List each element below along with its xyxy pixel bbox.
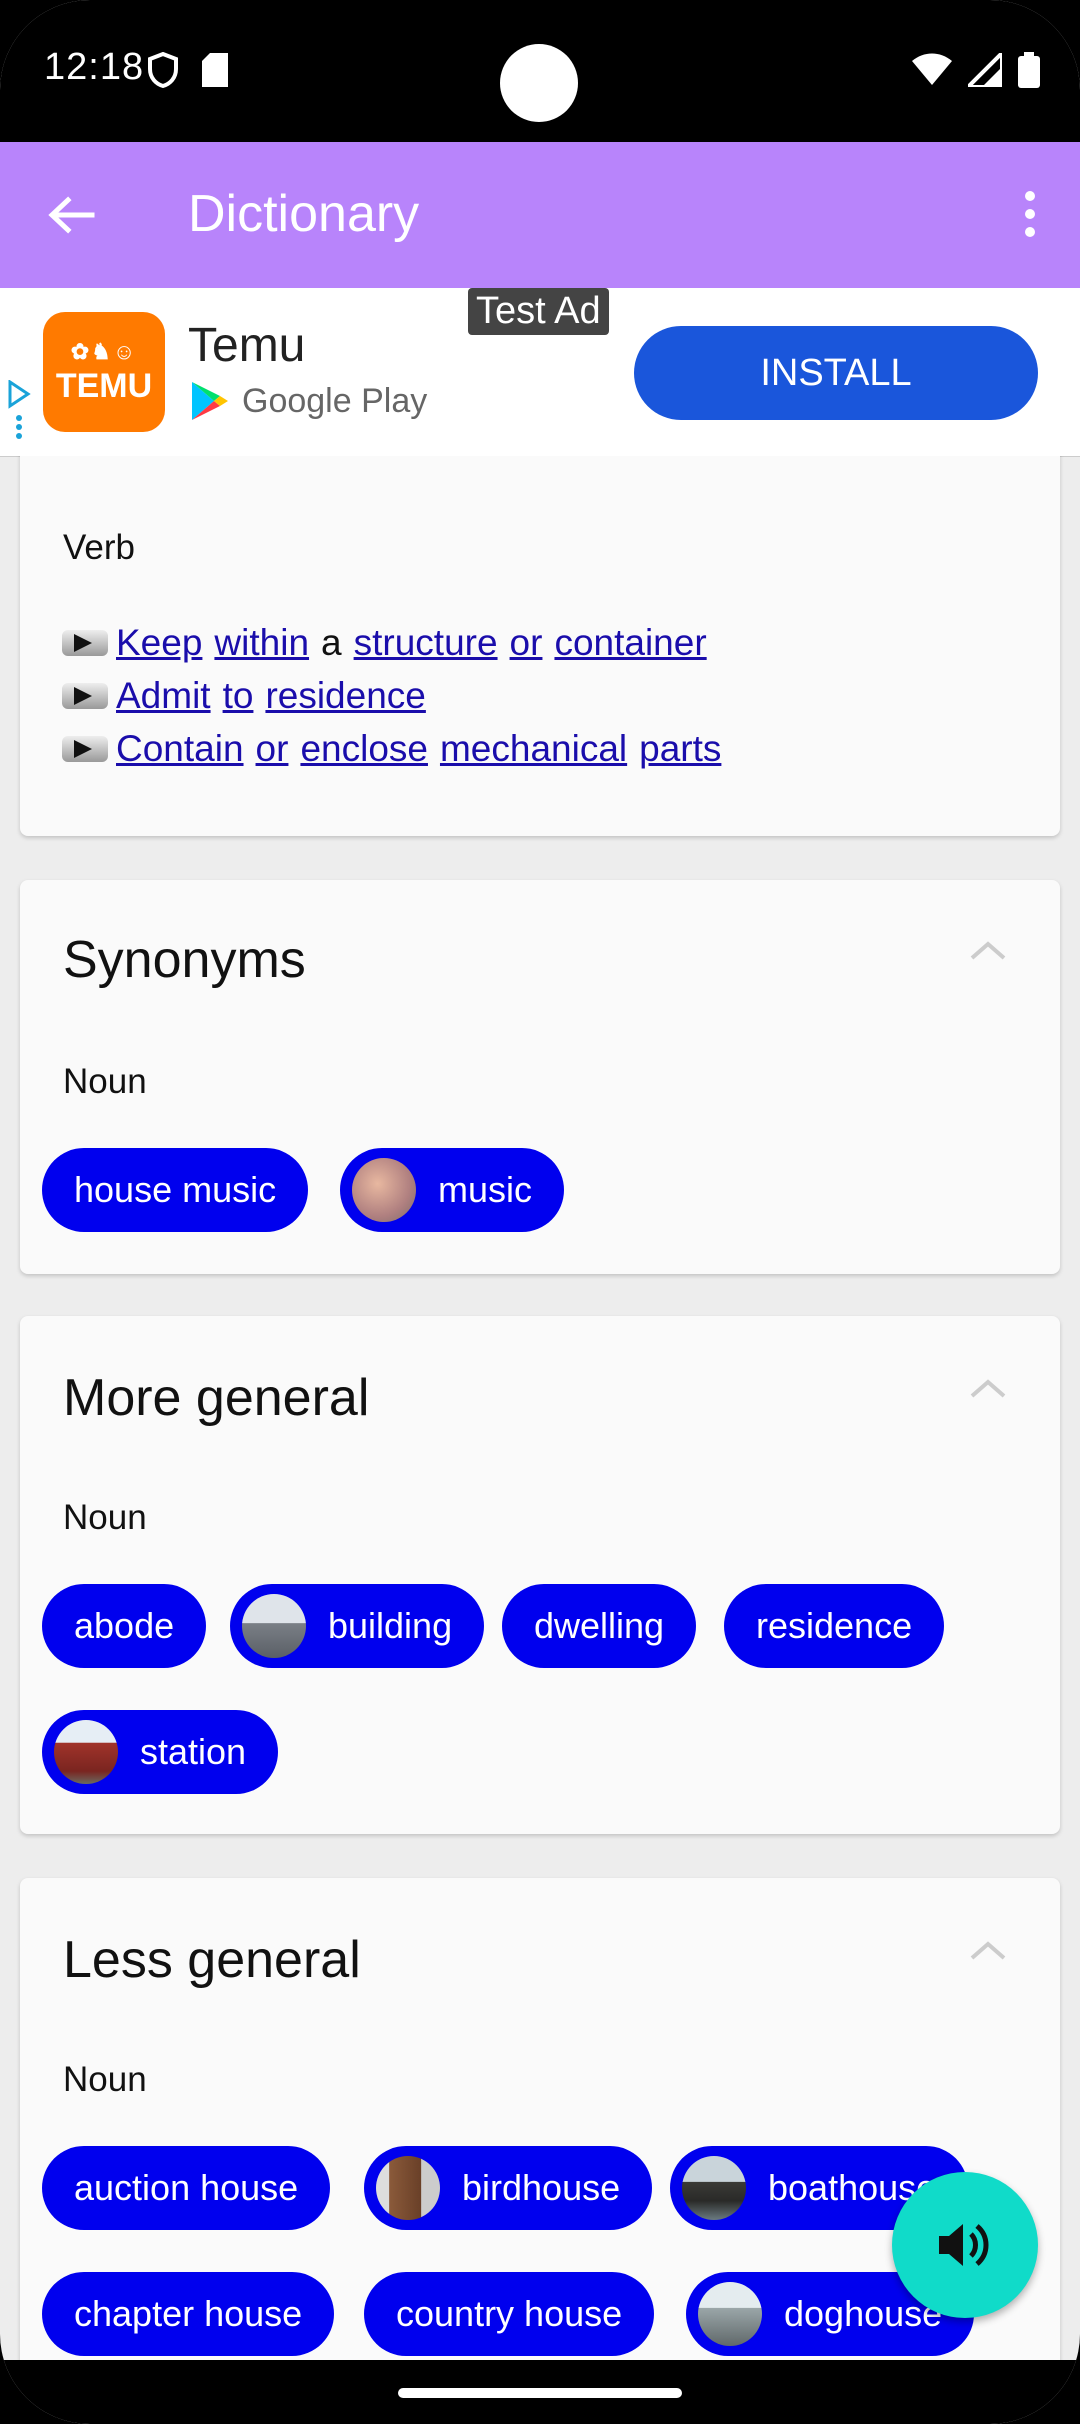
definition-word[interactable]: or	[256, 728, 289, 770]
chip-thumbnail	[352, 1158, 416, 1222]
more-vert-icon[interactable]	[1002, 186, 1058, 242]
navigation-bar	[0, 2360, 1080, 2424]
word-chip[interactable]: music	[340, 1148, 565, 1232]
chip-thumbnail	[682, 2156, 746, 2220]
chip-label: auction house	[74, 2167, 299, 2208]
status-time: 12:18	[44, 46, 145, 88]
ad-banner[interactable]: ✿♞☺ TEMU Temu Google Play Test Ad INSTAL…	[0, 288, 1080, 457]
part-of-speech-label: Verb	[63, 528, 135, 567]
card-title: Less general	[63, 1931, 361, 1989]
google-play-badge: Google Play	[190, 380, 427, 422]
less-general-card: Less general Noun auction house birdhous…	[20, 1878, 1060, 2360]
chip-label: building	[328, 1605, 453, 1646]
definition-word[interactable]: or	[510, 622, 543, 664]
chip-label: birdhouse	[462, 2167, 621, 2208]
definition-word[interactable]: Keep	[116, 622, 202, 664]
volume-icon	[939, 2224, 989, 2266]
chip-label: dwelling	[534, 1605, 665, 1646]
chip-thumbnail	[54, 1720, 118, 1784]
more-general-card: More general Noun abode building dwellin…	[20, 1316, 1060, 1834]
part-of-speech-label: Noun	[63, 1498, 147, 1537]
ad-app-name[interactable]: Temu	[188, 318, 305, 373]
temu-logo-shapes: ✿♞☺	[70, 338, 138, 364]
definition-word[interactable]: enclose	[300, 728, 428, 770]
chip-thumbnail	[698, 2282, 762, 2346]
sd-card-icon	[202, 53, 228, 87]
content-scroll[interactable]: Verb Keep within a structure or containe…	[0, 456, 1080, 2360]
chip-label: music	[438, 1169, 533, 1210]
word-chip[interactable]: auction house	[42, 2146, 331, 2230]
camera-cutout	[500, 44, 578, 122]
chip-label: residence	[756, 1605, 913, 1646]
status-bar: 12:18	[0, 0, 1080, 142]
phone-screen: 12:18 Dictionary ✿♞☺ TEMU Temu Google Pl…	[0, 0, 1080, 2424]
word-chip[interactable]: station	[42, 1710, 279, 1794]
card-title: Synonyms	[63, 931, 306, 989]
part-of-speech-label: Noun	[63, 1062, 147, 1101]
chip-label: station	[140, 1731, 247, 1772]
app-title: Dictionary	[188, 185, 420, 243]
wifi-icon	[912, 53, 952, 85]
definition-word[interactable]: container	[554, 622, 706, 664]
definition-list: Keep within a structure or container Adm…	[62, 616, 721, 775]
signal-icon	[968, 53, 1002, 87]
test-ad-label: Test Ad	[468, 288, 609, 335]
chip-thumbnail	[242, 1594, 306, 1658]
word-chip[interactable]: country house	[364, 2272, 655, 2356]
definition-word[interactable]: structure	[354, 622, 498, 664]
temu-logo[interactable]: ✿♞☺ TEMU	[43, 312, 165, 432]
chip-thumbnail	[376, 2156, 440, 2220]
adchoices-icon[interactable]	[6, 380, 32, 440]
chip-label: abode	[74, 1605, 175, 1646]
word-chip[interactable]: house music	[42, 1148, 309, 1232]
definition-word[interactable]: Contain	[116, 728, 244, 770]
home-handle[interactable]	[398, 2388, 682, 2398]
google-play-icon	[192, 382, 228, 420]
word-chip[interactable]: residence	[724, 1584, 945, 1668]
chevron-up-icon[interactable]	[968, 1938, 1008, 1962]
play-icon[interactable]	[62, 682, 108, 709]
speak-button[interactable]	[892, 2172, 1038, 2318]
definition-word[interactable]: within	[214, 622, 309, 664]
synonyms-card: Synonyms Noun house music music	[20, 880, 1060, 1274]
word-chip[interactable]: building	[230, 1584, 485, 1668]
verb-definitions-card: Verb Keep within a structure or containe…	[20, 456, 1060, 836]
card-title: More general	[63, 1369, 370, 1427]
definition-word[interactable]: mechanical	[440, 728, 627, 770]
definition-word: a	[321, 621, 342, 663]
word-chip[interactable]: abode	[42, 1584, 207, 1668]
temu-logo-text: TEMU	[55, 366, 153, 405]
word-chip[interactable]: chapter house	[42, 2272, 335, 2356]
back-arrow-icon[interactable]	[46, 190, 96, 240]
word-chip[interactable]: dwelling	[502, 1584, 697, 1668]
word-chip[interactable]: birdhouse	[364, 2146, 653, 2230]
play-icon[interactable]	[62, 735, 108, 762]
shield-icon	[148, 52, 178, 88]
definition-line: Admit to residence	[62, 669, 721, 722]
definition-line: Contain or enclose mechanical parts	[62, 722, 721, 775]
app-bar: Dictionary	[0, 142, 1080, 288]
install-button[interactable]: INSTALL	[634, 326, 1038, 420]
chip-label: chapter house	[74, 2293, 303, 2334]
part-of-speech-label: Noun	[63, 2060, 147, 2099]
chip-label: house music	[74, 1169, 277, 1210]
definition-word[interactable]: parts	[639, 728, 721, 770]
chevron-up-icon[interactable]	[968, 938, 1008, 962]
store-name: Google Play	[242, 381, 428, 420]
definition-word[interactable]: to	[223, 675, 254, 717]
chip-label: country house	[396, 2293, 623, 2334]
battery-icon	[1018, 52, 1040, 88]
definition-word[interactable]: Admit	[116, 675, 211, 717]
chevron-up-icon[interactable]	[968, 1376, 1008, 1400]
play-icon[interactable]	[62, 629, 108, 656]
definition-line: Keep within a structure or container	[62, 616, 721, 669]
definition-word[interactable]: residence	[265, 675, 425, 717]
